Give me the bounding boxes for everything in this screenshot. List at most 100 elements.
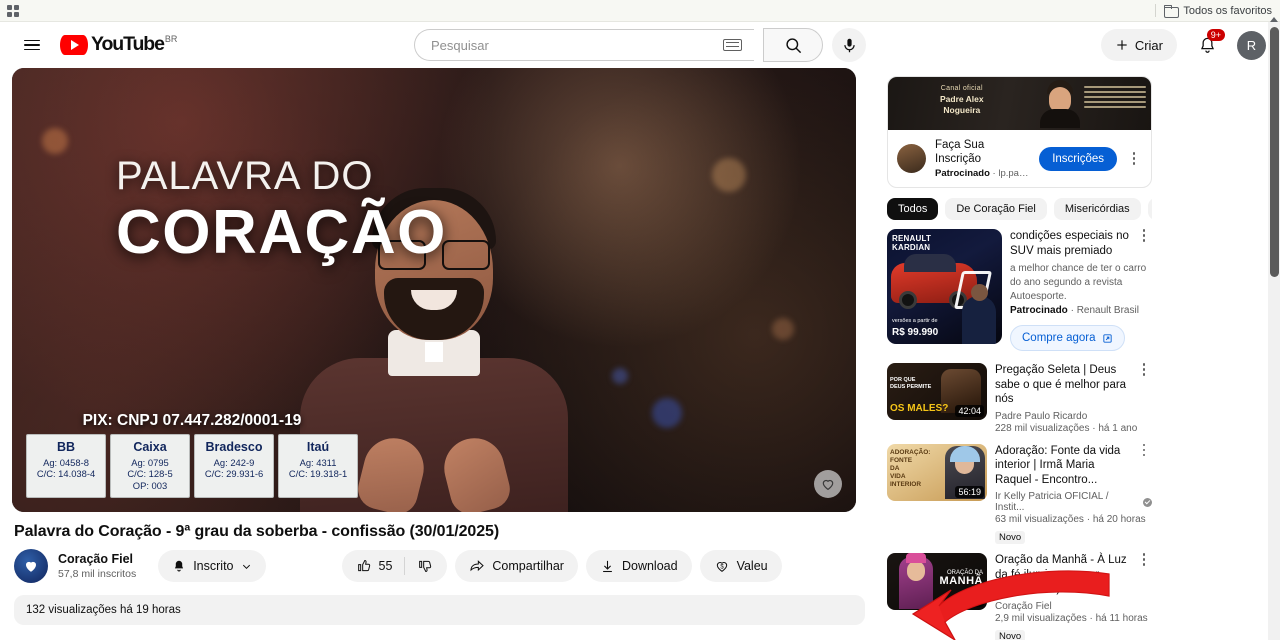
external-link-icon bbox=[1102, 333, 1112, 343]
ad-title[interactable]: condições especiais no SUV mais premiado bbox=[1010, 229, 1132, 258]
ad-sponsor-line: Patrocinado · Renault Brasil bbox=[1010, 305, 1139, 316]
bokeh-light bbox=[772, 318, 794, 340]
ad-cta-label: Compre agora bbox=[1022, 332, 1096, 344]
video-thumbnail[interactable]: ORAÇÃO DA MANHÃ 14:24 bbox=[887, 553, 987, 610]
video-title[interactable]: Adoração: Fonte da vida interior | Irmã … bbox=[995, 444, 1132, 488]
download-label: Download bbox=[621, 559, 678, 573]
like-button[interactable]: 55 bbox=[342, 558, 405, 574]
video-duration: 42:04 bbox=[955, 405, 984, 417]
video-title[interactable]: Oração da Manhã - À Luz da fé ilumina o … bbox=[995, 553, 1132, 597]
video-meta: Oração da Manhã - À Luz da fé ilumina o … bbox=[995, 553, 1152, 640]
subscribe-cta-button[interactable]: Inscrições bbox=[1039, 146, 1117, 171]
video-channel[interactable]: Ir Kelly Patricia OFICIAL / Instit... bbox=[995, 491, 1152, 513]
hamburger-menu-icon[interactable] bbox=[12, 25, 52, 65]
download-icon bbox=[603, 560, 612, 572]
filter-chip-de-coração-fiel[interactable]: De Coração Fiel bbox=[945, 198, 1047, 220]
video-meta-row: Coração Fiel 57,8 mil inscritos Inscrito bbox=[14, 549, 867, 583]
bank-name: Caixa bbox=[133, 439, 167, 454]
description-box[interactable]: 132 visualizações há 19 horas bbox=[14, 595, 865, 625]
promo-sponsor-line: Patrocinado · lp.padrealexnog... bbox=[935, 168, 1030, 179]
video-channel-name: Coração Fiel bbox=[995, 600, 1052, 612]
create-label: Criar bbox=[1134, 37, 1163, 53]
scroll-up-arrow-icon[interactable] bbox=[1270, 17, 1278, 22]
video-channel[interactable]: Padre Paulo Ricardo bbox=[995, 411, 1152, 422]
video-stats: 63 mil visualizações · há 20 horas bbox=[995, 514, 1146, 525]
video-channel[interactable]: Coração Fiel bbox=[995, 601, 1152, 612]
filter-chip-misericórdias[interactable]: Misericórdias bbox=[1053, 198, 1141, 220]
notifications-button[interactable]: 9+ bbox=[1189, 27, 1225, 63]
like-count: 55 bbox=[378, 559, 393, 573]
promoted-channel-card[interactable]: Canal oficial Padre Alex Nogueira Faça S… bbox=[887, 76, 1152, 188]
bookmark-divider bbox=[1155, 4, 1157, 17]
video-thumbnail[interactable]: POR QUE DEUS PERMITE OS MALES? 42:04 bbox=[887, 363, 987, 420]
bank-detail-line: C/C: 29.931-6 bbox=[204, 468, 264, 479]
ad-price-value: R$ 99.990 bbox=[892, 327, 939, 338]
apps-grid-icon[interactable] bbox=[7, 4, 19, 17]
bank-detail-line: OP: 003 bbox=[132, 479, 168, 491]
bokeh-light bbox=[712, 158, 746, 192]
bank-detail-line: Ag: 242-9 bbox=[213, 456, 255, 468]
heart-watermark-icon[interactable] bbox=[814, 470, 842, 498]
video-duration: 56:19 bbox=[955, 485, 984, 498]
video-stats: 228 mil visualizações · há 1 ano bbox=[995, 422, 1138, 434]
list-item[interactable]: ADORAÇÃO: FONTE DA VIDA INTERIOR 56:19 Adoraçã… bbox=[887, 443, 1152, 546]
page-scrollbar[interactable] bbox=[1268, 17, 1280, 640]
kebab-menu-icon[interactable] bbox=[1136, 363, 1152, 376]
share-arrow-icon bbox=[470, 560, 485, 572]
pix-line: PIX: CNPJ 07.447.282/0001-19 bbox=[82, 411, 302, 429]
bookmarks-label[interactable]: Todos os favoritos bbox=[1183, 5, 1272, 17]
promo-banner-image: Canal oficial Padre Alex Nogueira bbox=[888, 77, 1151, 130]
youtube-logo[interactable]: YouTube BR bbox=[60, 34, 177, 55]
keyboard-icon[interactable] bbox=[723, 39, 742, 51]
promo-advertiser: lp.padrealexnog... bbox=[998, 168, 1030, 179]
share-label: Compartilhar bbox=[492, 559, 564, 573]
subscribed-button[interactable]: Inscrito bbox=[158, 550, 266, 582]
ad-thumbnail[interactable]: RENAULT KARDIAN versões a partir de R$ 9… bbox=[887, 229, 1002, 344]
list-item[interactable]: ORAÇÃO DA MANHÃ 14:24 Oração da Manhã - À L… bbox=[887, 553, 1152, 640]
thumbs-up-icon bbox=[357, 560, 370, 572]
create-button[interactable]: Criar bbox=[1100, 29, 1177, 61]
thumbs-down-icon bbox=[419, 560, 432, 572]
scrollbar-thumb[interactable] bbox=[1270, 27, 1279, 277]
kebab-menu-icon[interactable] bbox=[1136, 443, 1152, 457]
thanks-button[interactable]: $ Valeu bbox=[699, 550, 782, 582]
microphone-icon bbox=[843, 38, 855, 52]
youtube-masthead: YouTube BR Pesquisar Criar 9+ R bbox=[0, 22, 1280, 68]
share-button[interactable]: Compartilhar bbox=[455, 550, 578, 582]
dollar-heart-icon: $ bbox=[716, 562, 727, 572]
video-player[interactable]: PALAVRA DO CORAÇÃO PIX: CNPJ 07.447.282/… bbox=[12, 68, 856, 512]
donation-bank-overlay: PIX: CNPJ 07.447.282/0001-19 BB Ag: 0458-… bbox=[26, 411, 358, 498]
kebab-menu-icon[interactable] bbox=[1136, 229, 1152, 258]
dislike-button[interactable] bbox=[405, 558, 447, 574]
video-meta: Pregação Seleta | Deus sabe o que é melh… bbox=[995, 363, 1152, 436]
video-thumbnail[interactable]: ADORAÇÃO: FONTE DA VIDA INTERIOR 56:19 bbox=[887, 443, 987, 501]
list-item[interactable]: POR QUE DEUS PERMITE OS MALES? 42:04 Pregaçã… bbox=[887, 363, 1152, 436]
plus-icon bbox=[1117, 40, 1127, 50]
bank-detail-line: Ag: 4311 bbox=[299, 456, 337, 468]
folder-icon bbox=[1164, 5, 1180, 18]
thumb-caption-small: ADORAÇÃO: FONTE DA VIDA INTERIOR bbox=[890, 448, 931, 488]
filter-chip-todos[interactable]: Todos bbox=[887, 198, 939, 220]
page-title: Palavra do Coração - 9ª grau da soberba … bbox=[14, 523, 500, 540]
kebab-menu-icon[interactable] bbox=[1136, 553, 1152, 566]
channel-name[interactable]: Coração Fiel bbox=[58, 552, 136, 567]
download-button[interactable]: Download bbox=[585, 550, 692, 582]
channel-avatar[interactable] bbox=[14, 549, 48, 583]
bell-icon bbox=[175, 560, 184, 572]
like-dislike-group[interactable]: 55 bbox=[341, 550, 448, 582]
voice-search-button[interactable] bbox=[832, 28, 866, 62]
bank-cards-row: BB Ag: 0458-8 C/C: 14.038-4 Caixa Ag: 0795 C/… bbox=[26, 433, 358, 498]
filter-chip-re[interactable]: Re bbox=[1147, 198, 1152, 220]
video-title[interactable]: Pregação Seleta | Deus sabe o que é melh… bbox=[995, 363, 1132, 407]
ad-cta-button[interactable]: Compre agora bbox=[1010, 325, 1125, 351]
ad-advertiser: Renault Brasil bbox=[1076, 305, 1139, 316]
promo-banner-bullets bbox=[1084, 86, 1146, 111]
search-input[interactable]: Pesquisar bbox=[414, 29, 754, 61]
video-channel-name: Padre Paulo Ricardo bbox=[995, 410, 1088, 422]
kebab-menu-icon[interactable] bbox=[1126, 152, 1142, 165]
search-button[interactable] bbox=[763, 28, 823, 62]
sidebar-ad[interactable]: RENAULT KARDIAN versões a partir de R$ 9… bbox=[887, 229, 1152, 351]
youtube-play-icon bbox=[60, 35, 88, 55]
avatar[interactable]: R bbox=[1237, 30, 1266, 60]
bank-name: Bradesco bbox=[205, 439, 263, 454]
